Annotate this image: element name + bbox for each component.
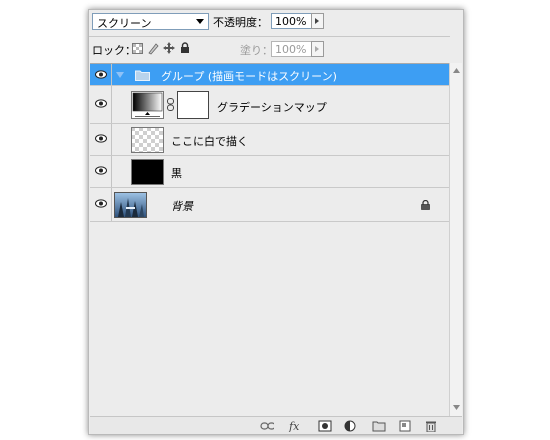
lock-all-icon[interactable] <box>180 42 190 54</box>
visibility-toggle[interactable] <box>90 86 112 123</box>
opacity-label: 不透明度： <box>213 16 268 29</box>
layer-mask-thumbnail[interactable] <box>177 91 209 119</box>
layer-row-black[interactable]: 黒 <box>90 156 450 188</box>
opacity-value: 100% <box>275 15 307 28</box>
layer-row-background[interactable]: 背景 <box>90 188 450 222</box>
toolbar-divider <box>89 36 450 37</box>
fill-label: 塗り： <box>240 44 273 57</box>
layers-scrollbar[interactable] <box>449 63 462 416</box>
background-photo-thumbnail <box>114 192 147 218</box>
layer-row-group[interactable]: グループ (描画モードはスクリーン) <box>90 64 450 86</box>
opacity-slider-button[interactable] <box>311 13 324 29</box>
chain-link-icon[interactable] <box>167 98 174 111</box>
blend-mode-dropdown[interactable]: スクリーン <box>92 13 209 30</box>
layers-panel: スクリーン 不透明度： 100% ロック： 塗り： 100% グループ (描画モ… <box>88 9 464 435</box>
eye-icon <box>95 199 107 208</box>
scroll-up-icon[interactable] <box>453 68 460 73</box>
lock-image-pixels-icon[interactable] <box>147 42 159 55</box>
add-mask-icon[interactable] <box>318 420 332 432</box>
svg-text:fx: fx <box>288 420 300 432</box>
layers-list: グループ (描画モードはスクリーン) グラデーションマップ ここに白で描く 黒 … <box>90 63 450 417</box>
layer-row-gradient-map[interactable]: グラデーションマップ <box>90 86 450 124</box>
visibility-toggle[interactable] <box>90 124 112 155</box>
layer-name: グループ (描画モードはスクリーン) <box>161 70 337 83</box>
arrow-right-icon <box>315 46 319 52</box>
lock-label: ロック： <box>92 44 136 57</box>
eye-icon <box>95 99 107 108</box>
eye-icon <box>95 70 107 79</box>
chevron-down-icon <box>196 19 204 24</box>
fill-slider-button[interactable] <box>311 41 324 57</box>
gradient-map-thumbnail <box>131 91 164 119</box>
expand-triangle-icon[interactable] <box>116 71 124 79</box>
link-layers-icon[interactable] <box>260 420 274 432</box>
lock-icon <box>421 200 430 210</box>
new-group-icon[interactable] <box>372 420 386 432</box>
visibility-toggle[interactable] <box>90 188 112 221</box>
transparent-layer-thumbnail <box>131 127 164 153</box>
visibility-toggle[interactable] <box>90 156 112 187</box>
opacity-input[interactable]: 100% <box>271 13 312 29</box>
eye-icon <box>95 134 107 143</box>
layer-name: ここに白で描く <box>171 135 248 148</box>
trash-icon[interactable] <box>424 420 438 432</box>
layer-row-paint-white[interactable]: ここに白で描く <box>90 124 450 156</box>
adjustment-layer-icon[interactable] <box>344 420 358 432</box>
eye-icon <box>95 166 107 175</box>
fx-icon[interactable]: fx <box>288 420 302 432</box>
black-layer-thumbnail <box>131 159 164 185</box>
fill-input[interactable]: 100% <box>271 41 312 57</box>
blend-mode-value: スクリーン <box>97 17 152 30</box>
layers-footer: fx <box>90 416 462 434</box>
layer-name: グラデーションマップ <box>217 101 327 114</box>
lock-position-icon[interactable] <box>163 42 175 54</box>
arrow-right-icon <box>315 18 319 24</box>
visibility-toggle[interactable] <box>90 64 112 85</box>
fill-value: 100% <box>275 43 307 56</box>
folder-icon <box>135 70 150 81</box>
layer-name: 背景 <box>171 200 193 213</box>
layer-name: 黒 <box>171 167 182 180</box>
new-layer-icon[interactable] <box>398 420 412 432</box>
scroll-down-icon[interactable] <box>453 405 460 410</box>
lock-transparent-pixels-icon[interactable] <box>132 43 143 54</box>
